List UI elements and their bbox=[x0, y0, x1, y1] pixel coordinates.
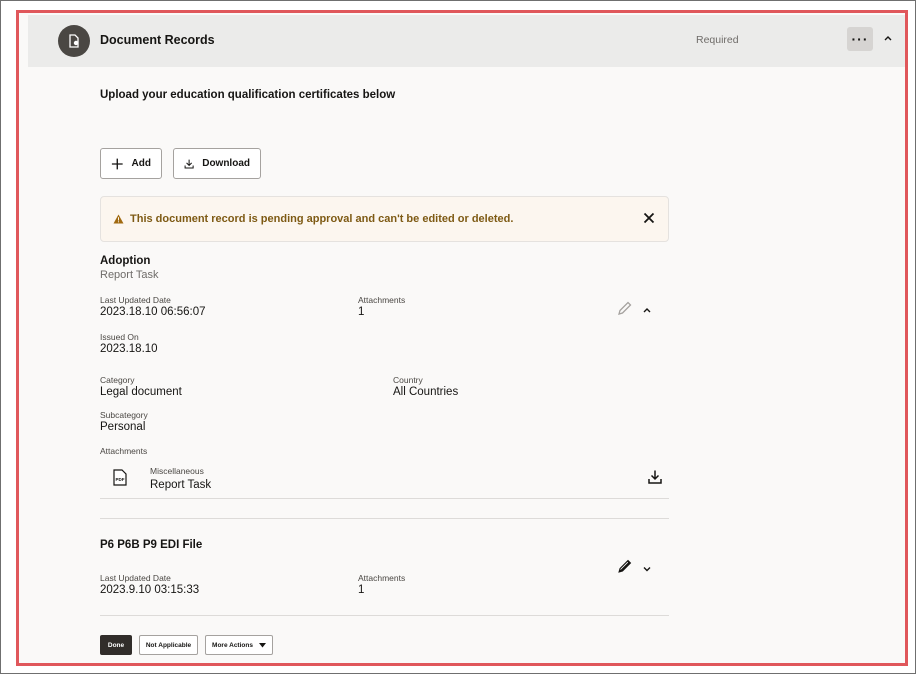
required-status: Required bbox=[696, 34, 739, 46]
chevron-up-icon[interactable] bbox=[881, 31, 895, 45]
warning-icon bbox=[113, 214, 124, 224]
intro-text: Upload your education qualification cert… bbox=[100, 89, 396, 101]
attachments-label: Attachments bbox=[358, 295, 406, 305]
add-button[interactable]: Add bbox=[100, 148, 162, 179]
record-title: Adoption bbox=[100, 255, 151, 267]
last-updated-value: 2023.18.10 06:56:07 bbox=[100, 306, 206, 318]
attachment-row[interactable]: PDF Miscellaneous Report Task bbox=[100, 455, 669, 499]
attachment-category: Miscellaneous bbox=[150, 466, 204, 476]
document-records-panel: Document Records Required ··· Upload you… bbox=[16, 10, 908, 666]
caret-down-icon bbox=[258, 642, 266, 647]
plus-icon bbox=[111, 158, 123, 169]
country-label: Country bbox=[393, 375, 423, 385]
alert-message: This document record is pending approval… bbox=[130, 213, 514, 225]
more-options-button[interactable]: ··· bbox=[847, 27, 873, 51]
section-header[interactable]: Document Records Required ··· bbox=[28, 15, 905, 67]
more-actions-button-label: More Actions bbox=[212, 641, 253, 649]
record-title: P6 P6B P9 EDI File bbox=[100, 539, 203, 551]
issued-on-label: Issued On bbox=[100, 332, 139, 342]
chevron-down-icon[interactable] bbox=[642, 564, 652, 574]
last-updated-value: 2023.9.10 03:15:33 bbox=[100, 584, 200, 596]
country-value: All Countries bbox=[393, 386, 459, 398]
pdf-icon: PDF bbox=[113, 469, 127, 486]
last-updated-label: Last Updated Date bbox=[100, 573, 171, 583]
chevron-up-icon[interactable] bbox=[642, 305, 652, 315]
record-subtitle: Report Task bbox=[100, 269, 159, 281]
close-icon[interactable] bbox=[642, 211, 656, 225]
document-records-icon bbox=[58, 25, 90, 57]
last-updated-label: Last Updated Date bbox=[100, 295, 171, 305]
done-button-label: Done bbox=[107, 641, 125, 649]
category-value: Legal document bbox=[100, 386, 182, 398]
edit-icon[interactable] bbox=[617, 300, 633, 316]
download-button[interactable]: Download bbox=[173, 148, 261, 179]
attachments-count: 1 bbox=[358, 306, 365, 318]
subcategory-label: Subcategory bbox=[100, 410, 148, 420]
attachment-name[interactable]: Report Task bbox=[150, 479, 211, 491]
pending-approval-alert: This document record is pending approval… bbox=[100, 196, 669, 242]
add-button-label: Add bbox=[131, 158, 151, 169]
not-applicable-button-label: Not Applicable bbox=[145, 641, 192, 649]
category-label: Category bbox=[100, 375, 135, 385]
download-icon bbox=[184, 159, 194, 169]
issued-on-value: 2023.18.10 bbox=[100, 343, 158, 355]
svg-text:PDF: PDF bbox=[116, 477, 125, 482]
record-divider bbox=[100, 518, 669, 519]
attachments-count: 1 bbox=[358, 584, 365, 596]
not-applicable-button[interactable]: Not Applicable bbox=[139, 635, 198, 655]
section-title: Document Records bbox=[100, 33, 215, 47]
subcategory-value: Personal bbox=[100, 421, 146, 433]
done-button[interactable]: Done bbox=[100, 635, 132, 655]
download-button-label: Download bbox=[202, 158, 250, 169]
edit-icon[interactable] bbox=[617, 558, 633, 574]
attachments-label: Attachments bbox=[358, 573, 406, 583]
download-icon[interactable] bbox=[647, 469, 663, 485]
more-actions-button[interactable]: More Actions bbox=[205, 635, 273, 655]
more-options-icon: ··· bbox=[851, 31, 869, 47]
record-divider bbox=[100, 615, 669, 616]
